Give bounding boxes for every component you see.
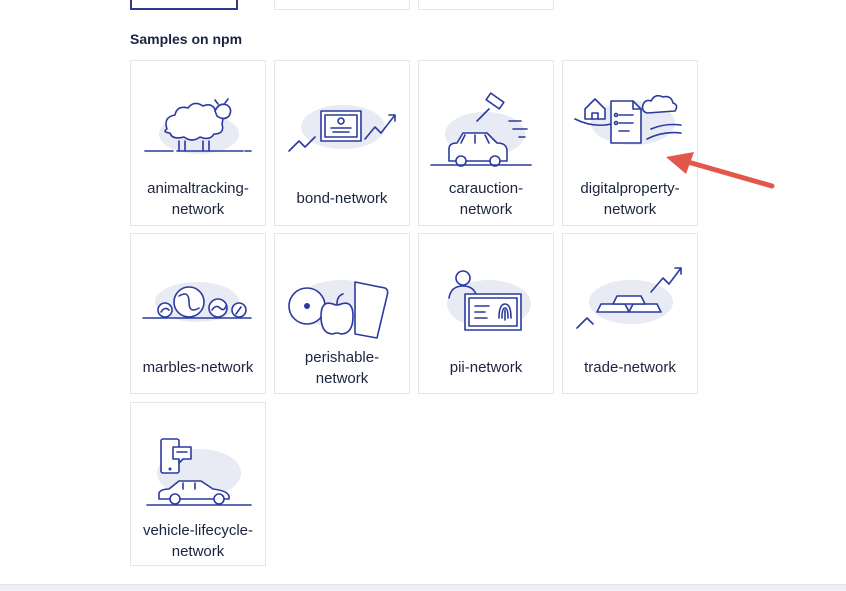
sample-card-carauction[interactable]: carauction- network: [418, 60, 554, 226]
sample-card-partial[interactable]: [418, 0, 554, 10]
sample-card-bond[interactable]: bond-network: [274, 60, 410, 226]
previous-row-cards: [130, 0, 560, 11]
sample-label: trade-network: [584, 359, 676, 376]
sample-card-digitalproperty[interactable]: digitalproperty- network: [562, 60, 698, 226]
annotation-arrow-icon: [666, 152, 775, 189]
sample-label: pii-network: [449, 359, 523, 376]
sample-card-pii[interactable]: pii-network: [418, 233, 554, 394]
sample-card-marbles[interactable]: marbles-network: [130, 233, 266, 394]
section-title: Samples on npm: [130, 31, 243, 47]
sample-card-trade[interactable]: trade-network: [562, 233, 698, 394]
sample-card-partial-selected[interactable]: [130, 0, 238, 10]
vehicle-phone-icon: [146, 438, 252, 506]
sample-card-partial[interactable]: [274, 0, 410, 10]
footer-strip: [0, 584, 846, 591]
sample-label: carauction- network: [448, 180, 524, 218]
sample-label: perishable- network: [304, 349, 380, 387]
sheep-icon: [144, 98, 252, 154]
fingerprint-id-icon: [447, 270, 531, 331]
sample-label: animaltracking- network: [147, 180, 249, 218]
perishable-food-icon: [288, 280, 389, 339]
sample-label: bond-network: [296, 190, 388, 207]
marbles-icon: [142, 282, 252, 322]
car-auction-icon: [430, 92, 532, 167]
sample-label: vehicle-lifecycle- network: [142, 522, 254, 560]
bond-certificate-icon: [288, 105, 396, 152]
sample-card-animaltracking[interactable]: animaltracking- network: [130, 60, 266, 226]
sample-card-perishable[interactable]: perishable- network: [274, 233, 410, 394]
gold-bars-icon: [576, 267, 682, 329]
sample-card-vehicle-lifecycle[interactable]: vehicle-lifecycle- network: [130, 402, 266, 566]
sample-label: marbles-network: [142, 359, 254, 376]
